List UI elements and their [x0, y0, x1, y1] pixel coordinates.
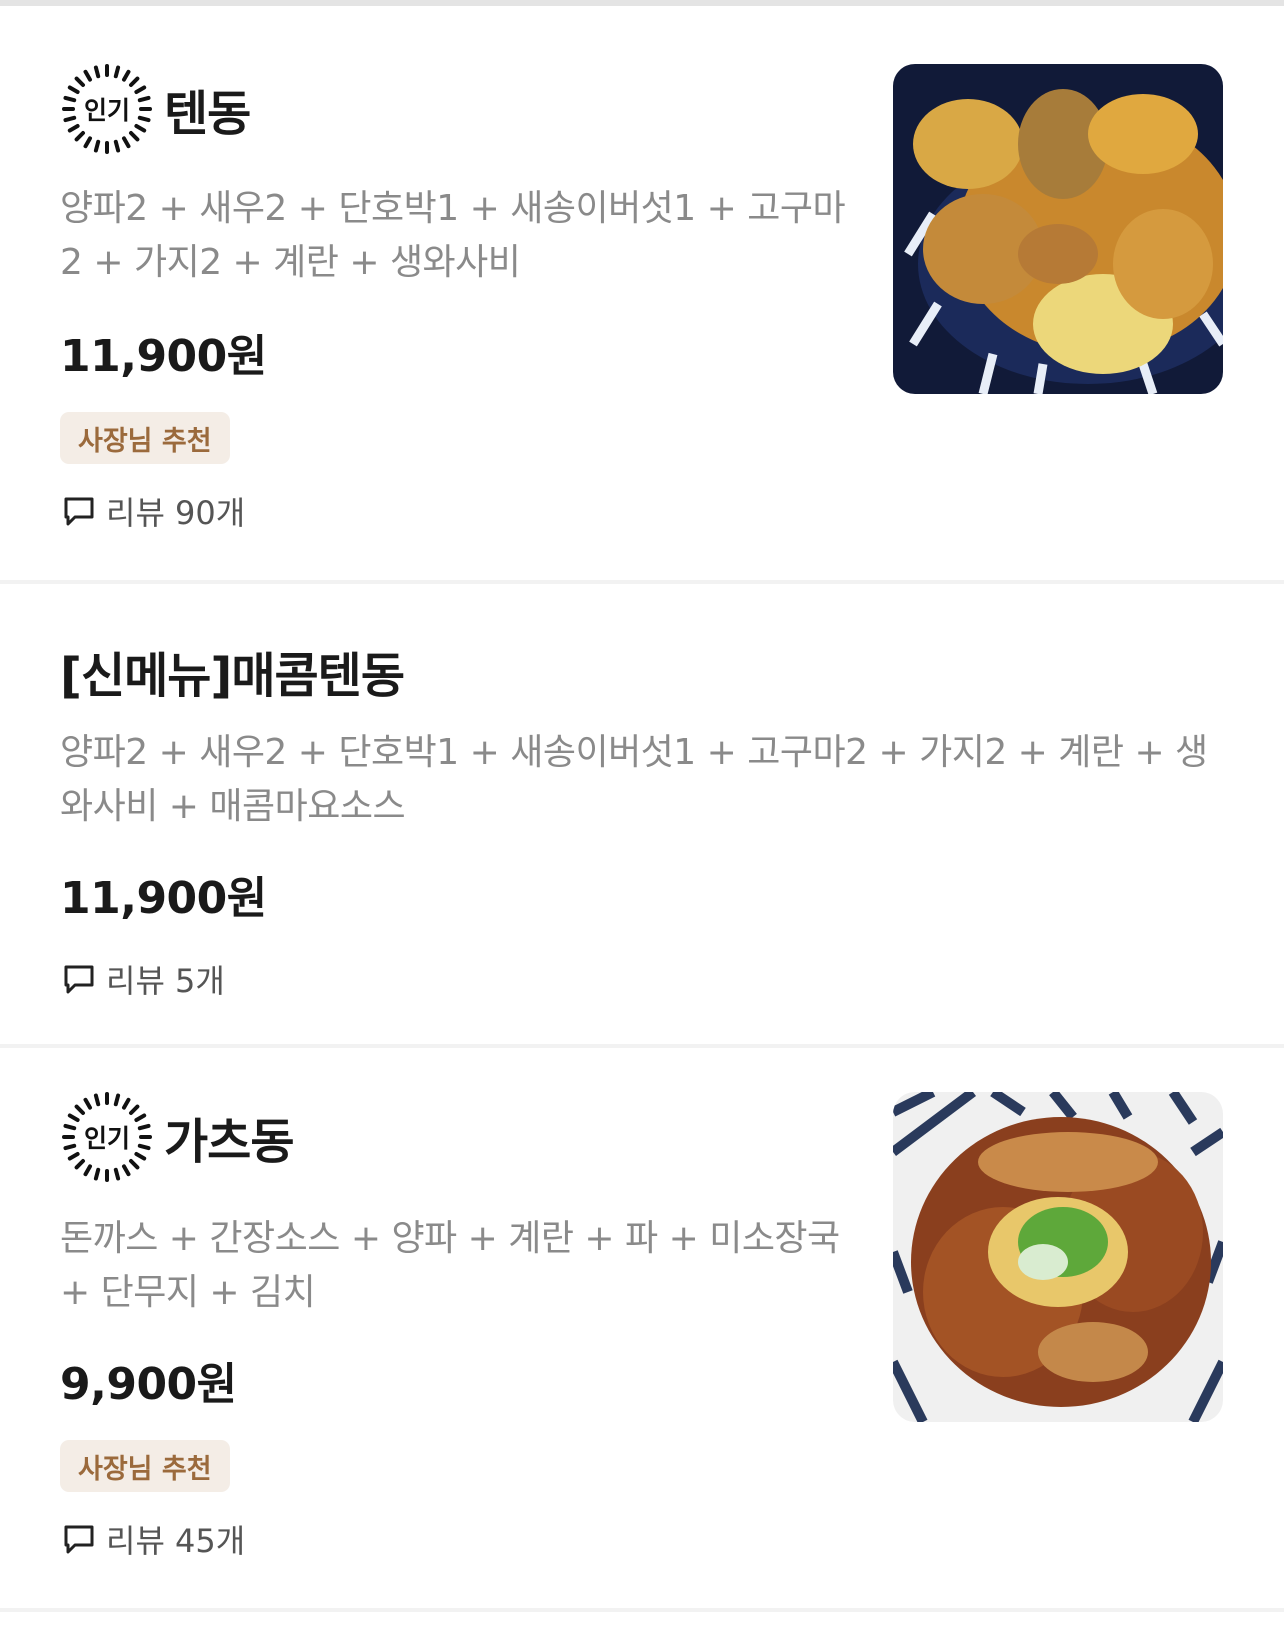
item-name: [신메뉴]매콤텐동	[60, 648, 405, 704]
menu-item-tendon[interactable]: 인기 텐동 양파2 + 새우2 + 단호박1 + 새송이버섯1 + 고구마2 +…	[0, 0, 1284, 580]
review-link[interactable]: 리뷰 90개	[62, 488, 245, 534]
tendon-food-photo[interactable]	[893, 64, 1223, 394]
item-price: 9,900원	[60, 1359, 237, 1410]
item-description: 양파2 + 새우2 + 단호박1 + 새송이버섯1 + 고구마2 + 가지2 +…	[60, 188, 846, 283]
review-link[interactable]: 리뷰 45개	[62, 1516, 245, 1562]
comment-icon	[64, 965, 94, 994]
item-price: 11,900원	[60, 331, 267, 382]
item-title-row: [신메뉴]매콤텐동	[60, 636, 405, 706]
popular-badge: 인기	[60, 1090, 154, 1184]
item-name: 텐동	[164, 86, 251, 142]
owner-recommend-badge: 사장님 추천	[60, 1440, 230, 1492]
item-title-row: 인기 가츠동	[60, 1090, 294, 1184]
item-price: 11,900원	[60, 873, 267, 924]
menu-item-spicy-tendon[interactable]: [신메뉴]매콤텐동 양파2 + 새우2 + 단호박1 + 새송이버섯1 + 고구…	[0, 584, 1284, 1044]
katsudon-photo-image	[893, 1092, 1223, 1422]
owner-recommend-badge: 사장님 추천	[60, 412, 230, 464]
popular-badge: 인기	[60, 62, 154, 156]
tendon-photo-image	[893, 64, 1223, 394]
item-description: 돈까스 + 간장소스 + 양파 + 계란 + 파 + 미소장국 + 단무지 + …	[60, 1218, 840, 1313]
item-title-row: 인기 텐동	[60, 62, 251, 156]
item-divider	[0, 1608, 1284, 1612]
review-count: 리뷰 90개	[106, 494, 246, 532]
review-link[interactable]: 리뷰 5개	[62, 956, 225, 1002]
item-description: 양파2 + 새우2 + 단호박1 + 새송이버섯1 + 고구마2 + 가지2 +…	[60, 732, 1208, 827]
comment-icon	[64, 1525, 94, 1554]
comment-icon	[64, 497, 94, 526]
review-count: 리뷰 5개	[106, 962, 225, 1000]
katsudon-food-photo[interactable]	[893, 1092, 1223, 1422]
review-count: 리뷰 45개	[106, 1522, 246, 1560]
menu-item-katsudon[interactable]: 인기 가츠동 돈까스 + 간장소스 + 양파 + 계란 + 파 + 미소장국 +…	[0, 1048, 1284, 1608]
item-name: 가츠동	[164, 1114, 294, 1170]
popular-badge-label: 인기	[83, 1124, 130, 1153]
popular-badge-label: 인기	[83, 96, 130, 125]
